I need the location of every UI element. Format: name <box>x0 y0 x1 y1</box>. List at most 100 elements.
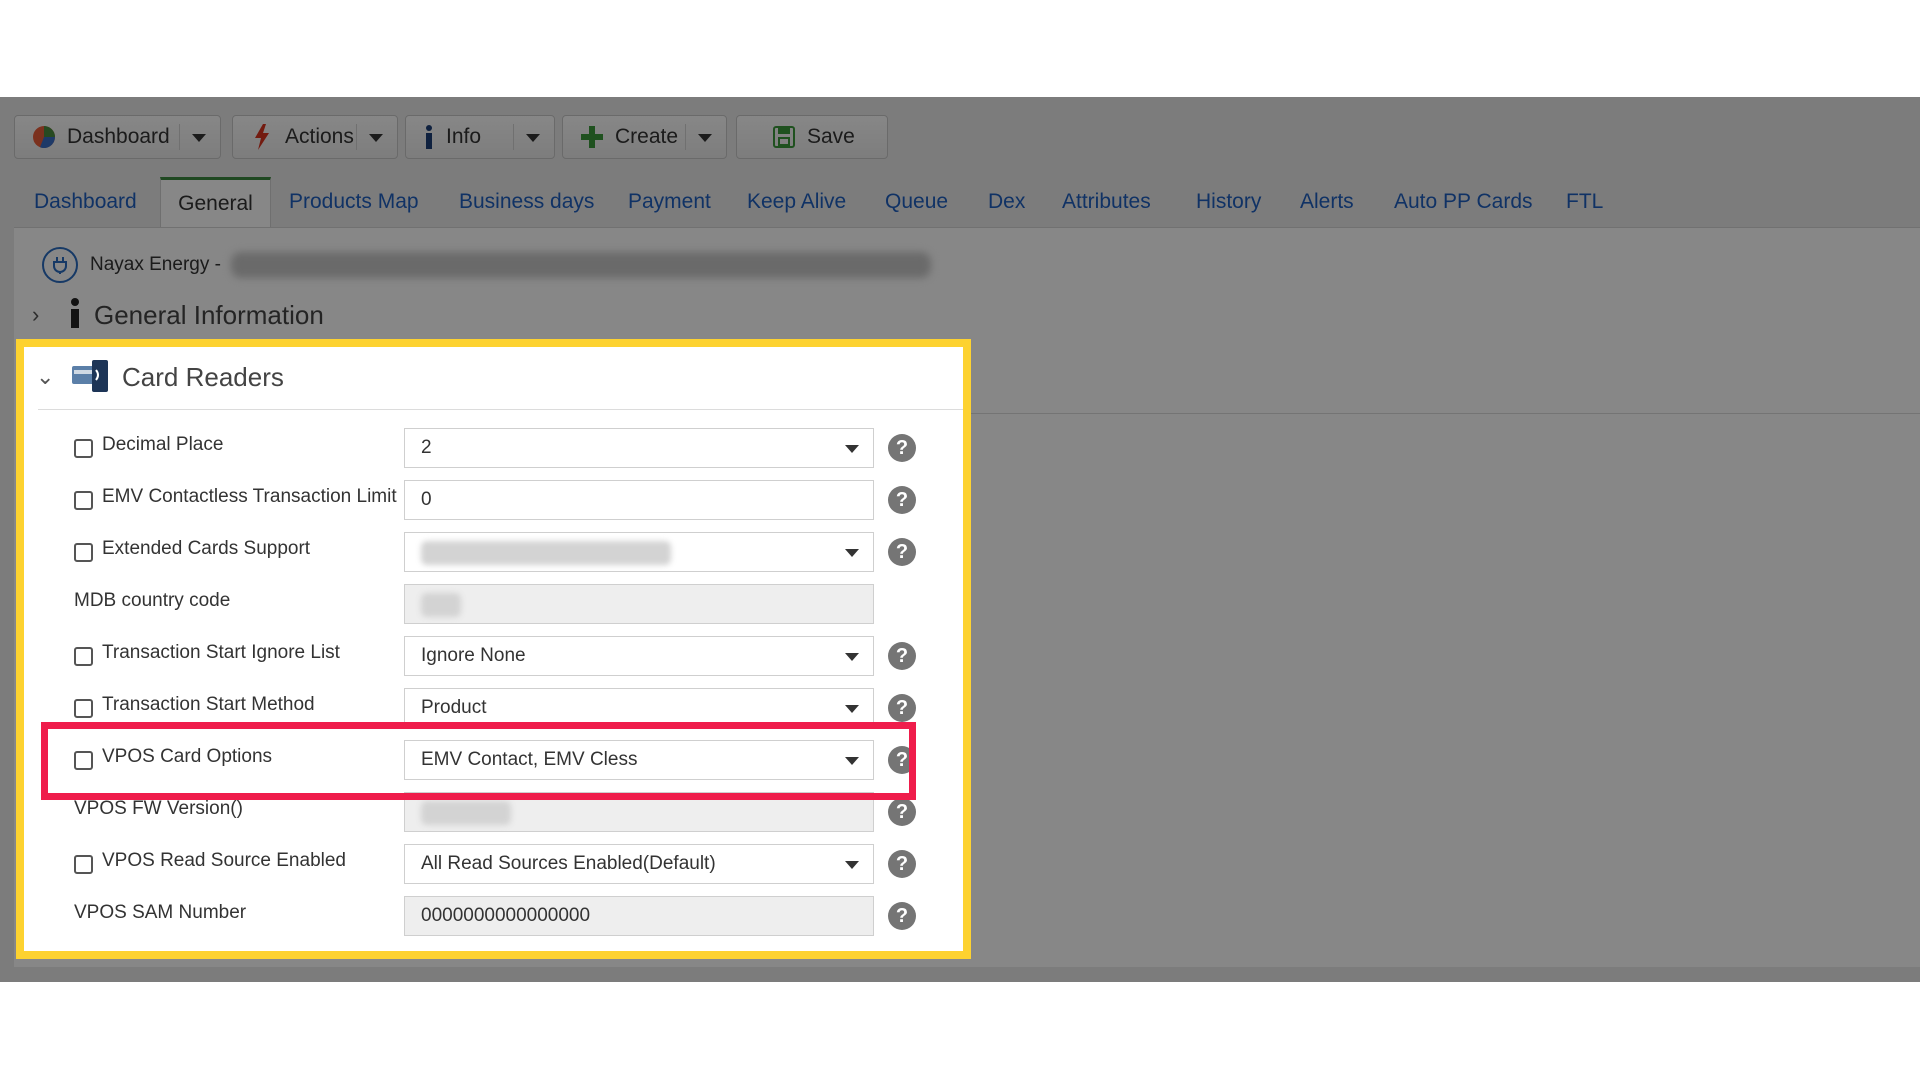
vpos-fw-version-field <box>404 792 874 832</box>
field-checkbox[interactable] <box>74 855 93 874</box>
section-title: Card Readers <box>122 361 284 392</box>
save-button-label: Save <box>807 125 855 148</box>
emv-limit-input[interactable]: 0 <box>404 480 874 520</box>
tab-ftl[interactable]: FTL <box>1546 177 1623 227</box>
tab-business-days[interactable]: Business days <box>439 177 614 227</box>
tab-payment[interactable]: Payment <box>608 177 731 227</box>
redacted-value <box>421 593 461 617</box>
pie-chart-icon <box>31 124 57 150</box>
field-row-extended-cards: Extended Cards Support ? <box>24 526 963 578</box>
tab-alerts[interactable]: Alerts <box>1280 177 1374 227</box>
info-button[interactable]: Info <box>405 115 555 159</box>
field-label: Transaction Start Method <box>102 694 315 715</box>
device-header: Nayax Energy - <box>42 247 931 283</box>
redacted-value <box>421 541 671 565</box>
plus-icon <box>579 124 605 150</box>
tab-products-map[interactable]: Products Map <box>269 177 439 227</box>
decimal-place-select[interactable]: 2 <box>404 428 874 468</box>
tab-dex[interactable]: Dex <box>968 177 1045 227</box>
field-row-vpos-fw-version: VPOS FW Version() ? <box>24 786 963 838</box>
field-checkbox[interactable] <box>74 699 93 718</box>
tab-dashboard[interactable]: Dashboard <box>14 177 157 227</box>
field-row-vpos-read-source: VPOS Read Source Enabled All Read Source… <box>24 838 963 890</box>
help-icon[interactable]: ? <box>888 538 916 566</box>
field-row-emv-limit: EMV Contactless Transaction Limit 0 ? <box>24 474 963 526</box>
field-checkbox[interactable] <box>74 543 93 562</box>
field-checkbox[interactable] <box>74 491 93 510</box>
chevron-down-icon <box>845 445 859 453</box>
chevron-down-icon <box>369 134 383 142</box>
actions-button[interactable]: Actions <box>232 115 398 159</box>
tab-keep-alive[interactable]: Keep Alive <box>727 177 866 227</box>
divider <box>179 124 180 150</box>
field-label: VPOS Card Options <box>102 746 273 767</box>
transaction-start-method-select[interactable]: Product <box>404 688 874 728</box>
info-button-label: Info <box>446 125 482 148</box>
field-label: Extended Cards Support <box>102 538 311 559</box>
help-icon[interactable]: ? <box>888 434 916 462</box>
chevron-down-icon: ⌄ <box>36 364 55 389</box>
tab-auto-pp-cards[interactable]: Auto PP Cards <box>1374 177 1553 227</box>
create-button[interactable]: Create <box>562 115 727 159</box>
create-button-label: Create <box>615 125 679 148</box>
field-label: VPOS FW Version() <box>74 798 243 819</box>
save-button[interactable]: Save <box>736 115 888 159</box>
help-icon[interactable]: ? <box>888 694 916 722</box>
field-row-transaction-start-method: Transaction Start Method Product ? <box>24 682 963 734</box>
redacted-device-id <box>230 252 931 278</box>
field-checkbox[interactable] <box>74 647 93 666</box>
chevron-down-icon <box>845 861 859 869</box>
tab-queue[interactable]: Queue <box>865 177 968 227</box>
field-label: VPOS SAM Number <box>74 902 247 923</box>
dashboard-button-label: Dashboard <box>67 125 170 148</box>
chevron-down-icon <box>845 757 859 765</box>
help-icon[interactable]: ? <box>888 746 916 774</box>
field-checkbox[interactable] <box>74 439 93 458</box>
tab-history[interactable]: History <box>1176 177 1281 227</box>
tab-general[interactable]: General <box>160 177 271 227</box>
info-icon <box>422 124 436 150</box>
divider <box>38 409 963 410</box>
info-icon <box>68 297 82 333</box>
help-icon[interactable]: ? <box>888 486 916 514</box>
section-title: General Information <box>94 299 324 330</box>
vpos-card-options-select[interactable]: EMV Contact, EMV Cless <box>404 740 874 780</box>
chevron-down-icon <box>192 134 206 142</box>
field-row-vpos-card-options: VPOS Card Options EMV Contact, EMV Cless… <box>24 734 963 786</box>
save-icon <box>771 124 797 150</box>
divider <box>685 124 686 150</box>
device-name: Nayax Energy - <box>90 254 221 275</box>
help-icon[interactable]: ? <box>888 902 916 930</box>
card-reader-icon <box>72 358 110 397</box>
divider <box>513 124 514 150</box>
vpos-sam-number-field: 0000000000000000 <box>404 896 874 936</box>
card-readers-section[interactable]: ⌄ Card Readers <box>36 353 284 401</box>
app-window: Dashboard Actions Info Create Save Dashb… <box>0 97 1920 982</box>
actions-button-label: Actions <box>285 125 354 148</box>
chevron-down-icon <box>698 134 712 142</box>
field-checkbox[interactable] <box>74 751 93 770</box>
field-row-decimal-place: Decimal Place 2 ? <box>24 422 963 474</box>
help-icon[interactable]: ? <box>888 642 916 670</box>
field-label: MDB country code <box>74 590 231 611</box>
chevron-down-icon <box>845 653 859 661</box>
vpos-read-source-select[interactable]: All Read Sources Enabled(Default) <box>404 844 874 884</box>
help-icon[interactable]: ? <box>888 850 916 878</box>
redacted-value <box>421 801 511 825</box>
extended-cards-select[interactable] <box>404 532 874 572</box>
chevron-right-icon: › <box>32 302 40 327</box>
chevron-down-icon <box>845 705 859 713</box>
field-row-vpos-sam-number: VPOS SAM Number 0000000000000000 ? <box>24 890 963 942</box>
field-label: VPOS Read Source Enabled <box>102 850 346 871</box>
lightning-icon <box>249 124 275 150</box>
help-icon[interactable]: ? <box>888 798 916 826</box>
tab-bar: Dashboard General Products Map Business … <box>14 177 1920 227</box>
tab-attributes[interactable]: Attributes <box>1042 177 1171 227</box>
transaction-start-ignore-select[interactable]: Ignore None <box>404 636 874 676</box>
field-label: Decimal Place <box>102 434 224 455</box>
dashboard-button[interactable]: Dashboard <box>14 115 221 159</box>
chevron-down-icon <box>526 134 540 142</box>
field-row-transaction-start-ignore: Transaction Start Ignore List Ignore Non… <box>24 630 963 682</box>
field-label: EMV Contactless Transaction Limit <box>102 486 397 507</box>
general-information-section[interactable]: › General Information <box>32 291 324 339</box>
